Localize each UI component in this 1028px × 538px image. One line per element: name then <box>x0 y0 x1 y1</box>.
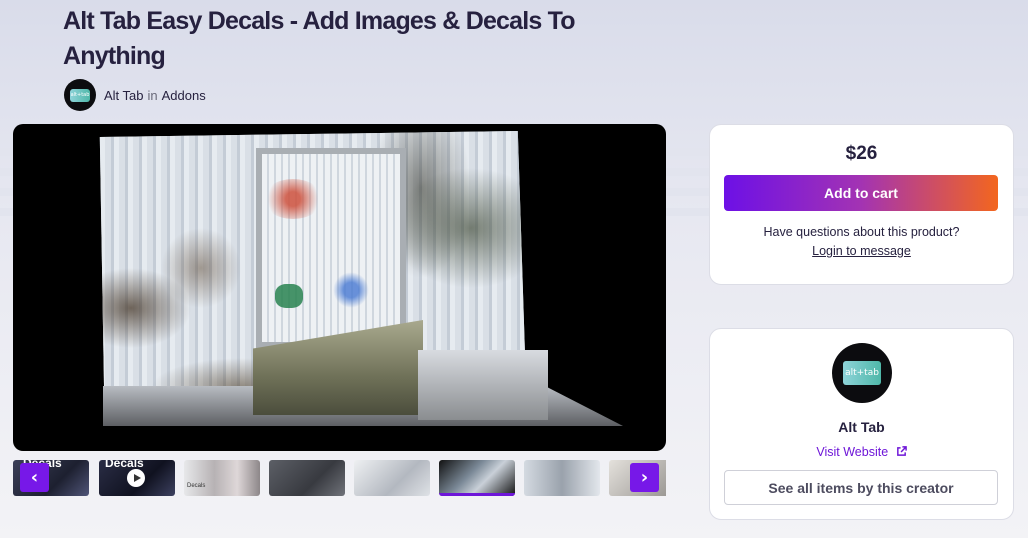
in-text: in <box>147 87 158 103</box>
blue-decal <box>333 272 369 308</box>
price: $26 <box>845 143 878 164</box>
visit-website-label: Visit Website <box>816 445 889 459</box>
concrete-slab <box>418 350 548 420</box>
previous-button[interactable]: ‹ <box>20 463 49 492</box>
thumbnail-4[interactable] <box>269 460 345 496</box>
red-decal <box>263 179 323 219</box>
thumbnail-5[interactable] <box>354 460 430 496</box>
question-text: Have questions about this product? <box>763 225 960 239</box>
alt-tab-logo: alt+tab <box>70 88 90 102</box>
author-link[interactable]: Alt Tab <box>104 88 144 103</box>
green-decal <box>275 284 303 308</box>
thumbnail-label: Decals <box>187 483 206 489</box>
creator-avatar[interactable]: alt+tab <box>832 343 892 403</box>
add-to-cart-button[interactable]: Add to cart <box>724 175 998 211</box>
thumbnail-6-selected[interactable] <box>439 460 515 496</box>
product-preview-image[interactable] <box>13 124 666 451</box>
creator-name[interactable]: Alt Tab <box>710 419 1013 435</box>
see-all-items-button[interactable]: See all items by this creator <box>724 470 998 505</box>
login-to-message-link[interactable]: Login to message <box>710 244 1013 258</box>
thumbnail-7[interactable] <box>524 460 600 496</box>
product-title: Alt Tab Easy Decals - Add Images & Decal… <box>63 7 576 70</box>
play-icon <box>127 469 145 487</box>
roller-door <box>256 148 406 348</box>
author-avatar[interactable]: alt+tab <box>64 79 96 111</box>
alt-tab-logo: alt+tab <box>843 361 881 385</box>
preview-scene <box>13 124 666 451</box>
thumbnail-3[interactable]: Decals <box>184 460 260 496</box>
chevron-left-icon: ‹ <box>30 467 39 488</box>
visit-website-link[interactable]: Visit Website <box>710 445 1013 459</box>
chevron-right-icon: › <box>640 467 649 488</box>
author-row: alt+tab Alt Tab in Addons <box>64 79 206 111</box>
next-button[interactable]: › <box>630 463 659 492</box>
external-link-icon <box>896 446 907 456</box>
category-link[interactable]: Addons <box>162 88 206 103</box>
thumbnail-strip: Decals Decals Decals <box>13 460 666 496</box>
thumbnail-2[interactable]: Decals <box>99 460 175 496</box>
purchase-card: $26 Add to cart Have questions about thi… <box>709 124 1014 285</box>
creator-card: alt+tab Alt Tab Visit Website See all it… <box>709 328 1014 520</box>
